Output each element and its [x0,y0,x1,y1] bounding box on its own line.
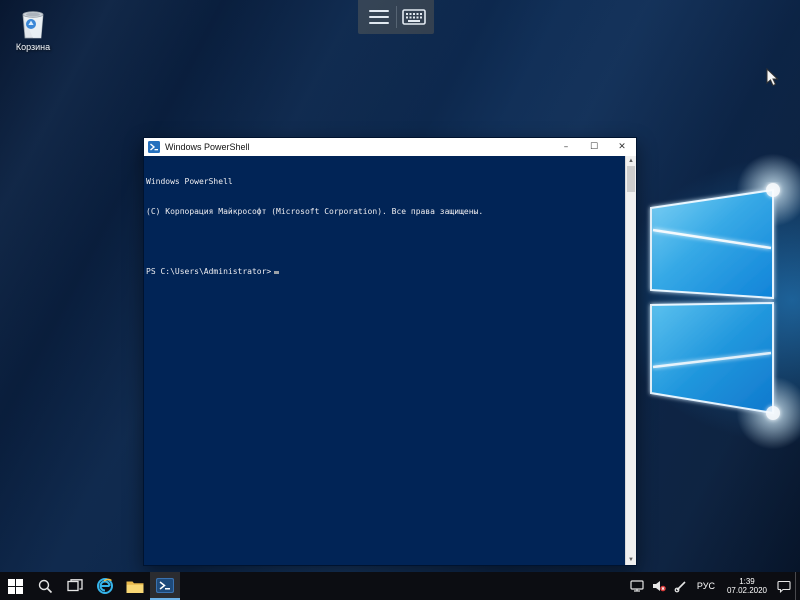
scrollbar-down-icon[interactable]: ▼ [626,555,636,565]
powershell-titlebar-icon [148,141,160,153]
window-controls: – ☐ ✕ [552,138,636,156]
vm-console-toolbar [358,0,434,34]
console-prompt: PS C:\Users\Administrator> [146,267,271,276]
console-caret [274,271,279,274]
clock[interactable]: 1:39 07.02.2020 [721,572,773,600]
console-line [146,237,625,247]
system-tray: РУС 1:39 07.02.2020 [626,572,800,600]
console-line: Windows PowerShell [146,177,625,187]
keyboard-icon [402,9,426,25]
action-center-button[interactable] [773,572,795,600]
window-titlebar[interactable]: Windows PowerShell – ☐ ✕ [144,138,636,156]
show-desktop-button[interactable] [795,572,800,600]
language-indicator[interactable]: РУС [691,572,721,600]
recycle-bin-icon[interactable]: Корзина [4,8,62,52]
powershell-taskbar-button[interactable] [150,572,180,600]
console-line: (C) Корпорация Майкрософт (Microsoft Cor… [146,207,625,217]
maximize-button[interactable]: ☐ [580,138,608,156]
start-icon [8,579,23,594]
scrollbar-thumb[interactable] [627,166,635,192]
task-view-button[interactable] [60,572,90,600]
search-icon [38,579,53,594]
windows-logo-wallpaper [640,182,800,427]
console-prompt-line: PS C:\Users\Administrator> [146,267,625,277]
action-center-icon [777,580,791,593]
network-icon [630,580,644,592]
start-button[interactable] [0,572,30,600]
taskbar: РУС 1:39 07.02.2020 [0,572,800,600]
hamburger-icon [369,6,389,28]
powershell-window: Windows PowerShell – ☐ ✕ Windows PowerSh… [143,137,637,566]
clock-time: 1:39 [727,577,767,586]
pen-icon [674,580,687,593]
keyboard-button[interactable] [397,2,431,32]
volume-muted-icon [652,580,666,592]
search-button[interactable] [30,572,60,600]
clock-date: 07.02.2020 [727,586,767,595]
file-explorer-button[interactable] [120,572,150,600]
scrollbar-up-icon[interactable]: ▲ [626,156,636,166]
close-button[interactable]: ✕ [608,138,636,156]
powershell-icon [156,578,174,593]
taskbar-spacer [180,572,626,600]
console-scrollbar[interactable]: ▲ ▼ [625,156,636,565]
window-title: Windows PowerShell [165,142,552,152]
minimize-button[interactable]: – [552,138,580,156]
pen-tray-button[interactable] [670,572,691,600]
console-output[interactable]: Windows PowerShell (C) Корпорация Майкро… [144,156,625,565]
file-explorer-icon [126,579,144,594]
volume-tray-button[interactable] [648,572,670,600]
recycle-bin-label: Корзина [4,42,62,52]
task-view-icon [67,579,83,593]
network-tray-button[interactable] [626,572,648,600]
toolbar-divider [396,6,397,28]
console-area: Windows PowerShell (C) Корпорация Майкро… [144,156,636,565]
internet-explorer-icon [96,577,114,595]
recycle-bin-glyph [18,8,48,40]
menu-button[interactable] [362,2,396,32]
internet-explorer-button[interactable] [90,572,120,600]
